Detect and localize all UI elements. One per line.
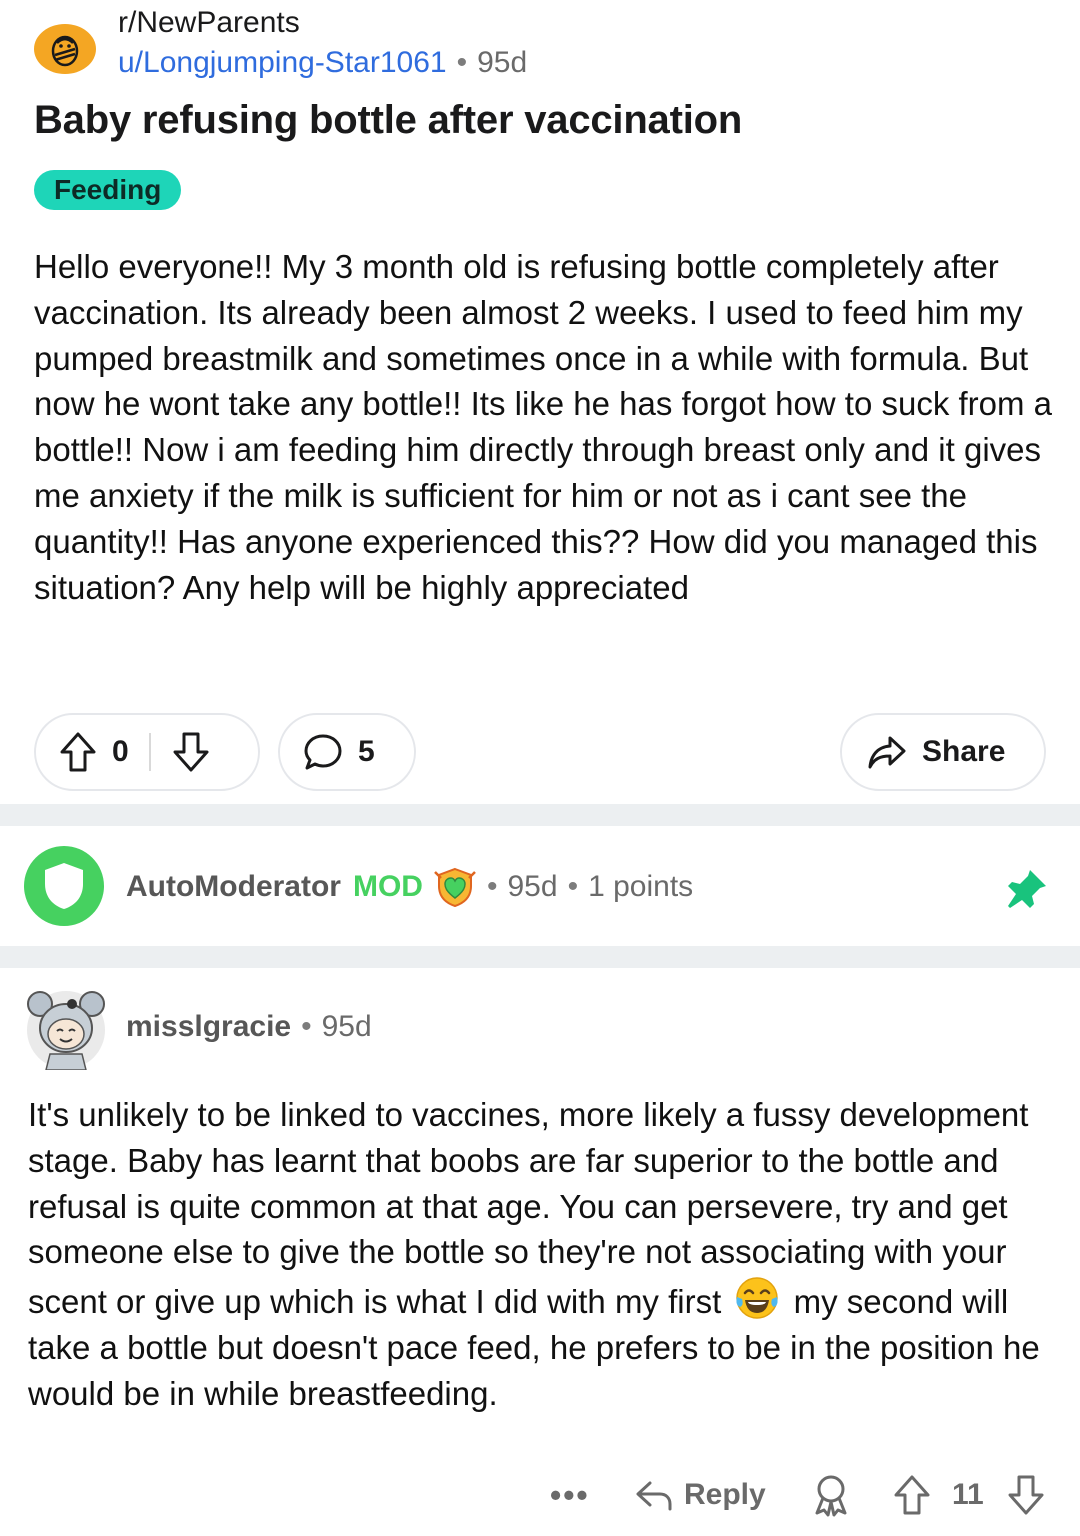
post-author[interactable]: u/Longjumping-Star1061: [118, 46, 447, 79]
comment-age: 95d: [321, 1010, 372, 1043]
comment-author[interactable]: misslgracie: [126, 1010, 291, 1043]
automod-meta: AutoModerator MOD • 95d • 1 points: [126, 866, 693, 908]
comment-icon: [302, 731, 344, 773]
meta-separator: •: [456, 46, 468, 79]
post-title: Baby refusing bottle after vaccination: [34, 98, 743, 142]
section-divider: [0, 804, 1080, 826]
vote-count: 0: [112, 735, 129, 768]
post-flair[interactable]: Feeding: [34, 170, 182, 210]
comment-downvote-icon[interactable]: [1006, 1470, 1046, 1520]
comment-body: It's unlikely to be linked to vaccines, …: [28, 1092, 1058, 1417]
post-body: Hello everyone!! My 3 month old is refus…: [34, 248, 1053, 606]
reply-button[interactable]: Reply: [634, 1470, 766, 1520]
reply-label: Reply: [684, 1478, 766, 1511]
commenter-avatar[interactable]: [24, 984, 106, 1070]
award-button[interactable]: [810, 1470, 852, 1520]
share-label: Share: [922, 735, 1006, 768]
meta-separator: •: [486, 870, 498, 903]
award-icon: [810, 1473, 852, 1517]
mod-shield-heart-icon: [433, 866, 477, 908]
tears-of-joy-emoji: [734, 1275, 780, 1321]
snoo-baby-icon: [51, 35, 79, 67]
automod-name[interactable]: AutoModerator: [126, 870, 341, 904]
comment-upvote-icon[interactable]: [892, 1470, 932, 1520]
automod-age: 95d: [507, 870, 558, 903]
vote-control: 0: [34, 713, 260, 791]
comment-vote-count: 11: [952, 1478, 984, 1511]
automod-points: 1 points: [588, 870, 694, 903]
comment-meta: misslgracie • 95d: [126, 1010, 372, 1044]
shield-icon: [45, 863, 83, 909]
meta-separator: •: [567, 870, 579, 903]
subreddit-name[interactable]: r/NewParents: [118, 6, 300, 40]
post-age: 95d: [477, 46, 528, 79]
share-icon: [866, 732, 908, 772]
share-button[interactable]: Share: [840, 713, 1046, 791]
upvote-icon[interactable]: [58, 730, 98, 774]
mod-badge: MOD: [352, 870, 423, 903]
downvote-icon[interactable]: [171, 730, 211, 774]
comment-count: 5: [358, 735, 375, 768]
post-meta: u/Longjumping-Star1061 • 95d: [118, 46, 527, 80]
vote-separator: [148, 733, 151, 771]
subreddit-avatar[interactable]: [34, 24, 96, 74]
automod-avatar[interactable]: [24, 846, 104, 926]
pin-icon: [1004, 866, 1050, 912]
more-options-button[interactable]: •••: [550, 1470, 590, 1520]
section-divider: [0, 946, 1080, 968]
reply-icon: [634, 1477, 674, 1513]
meta-separator: •: [301, 1010, 312, 1043]
comments-button[interactable]: 5: [278, 713, 416, 791]
